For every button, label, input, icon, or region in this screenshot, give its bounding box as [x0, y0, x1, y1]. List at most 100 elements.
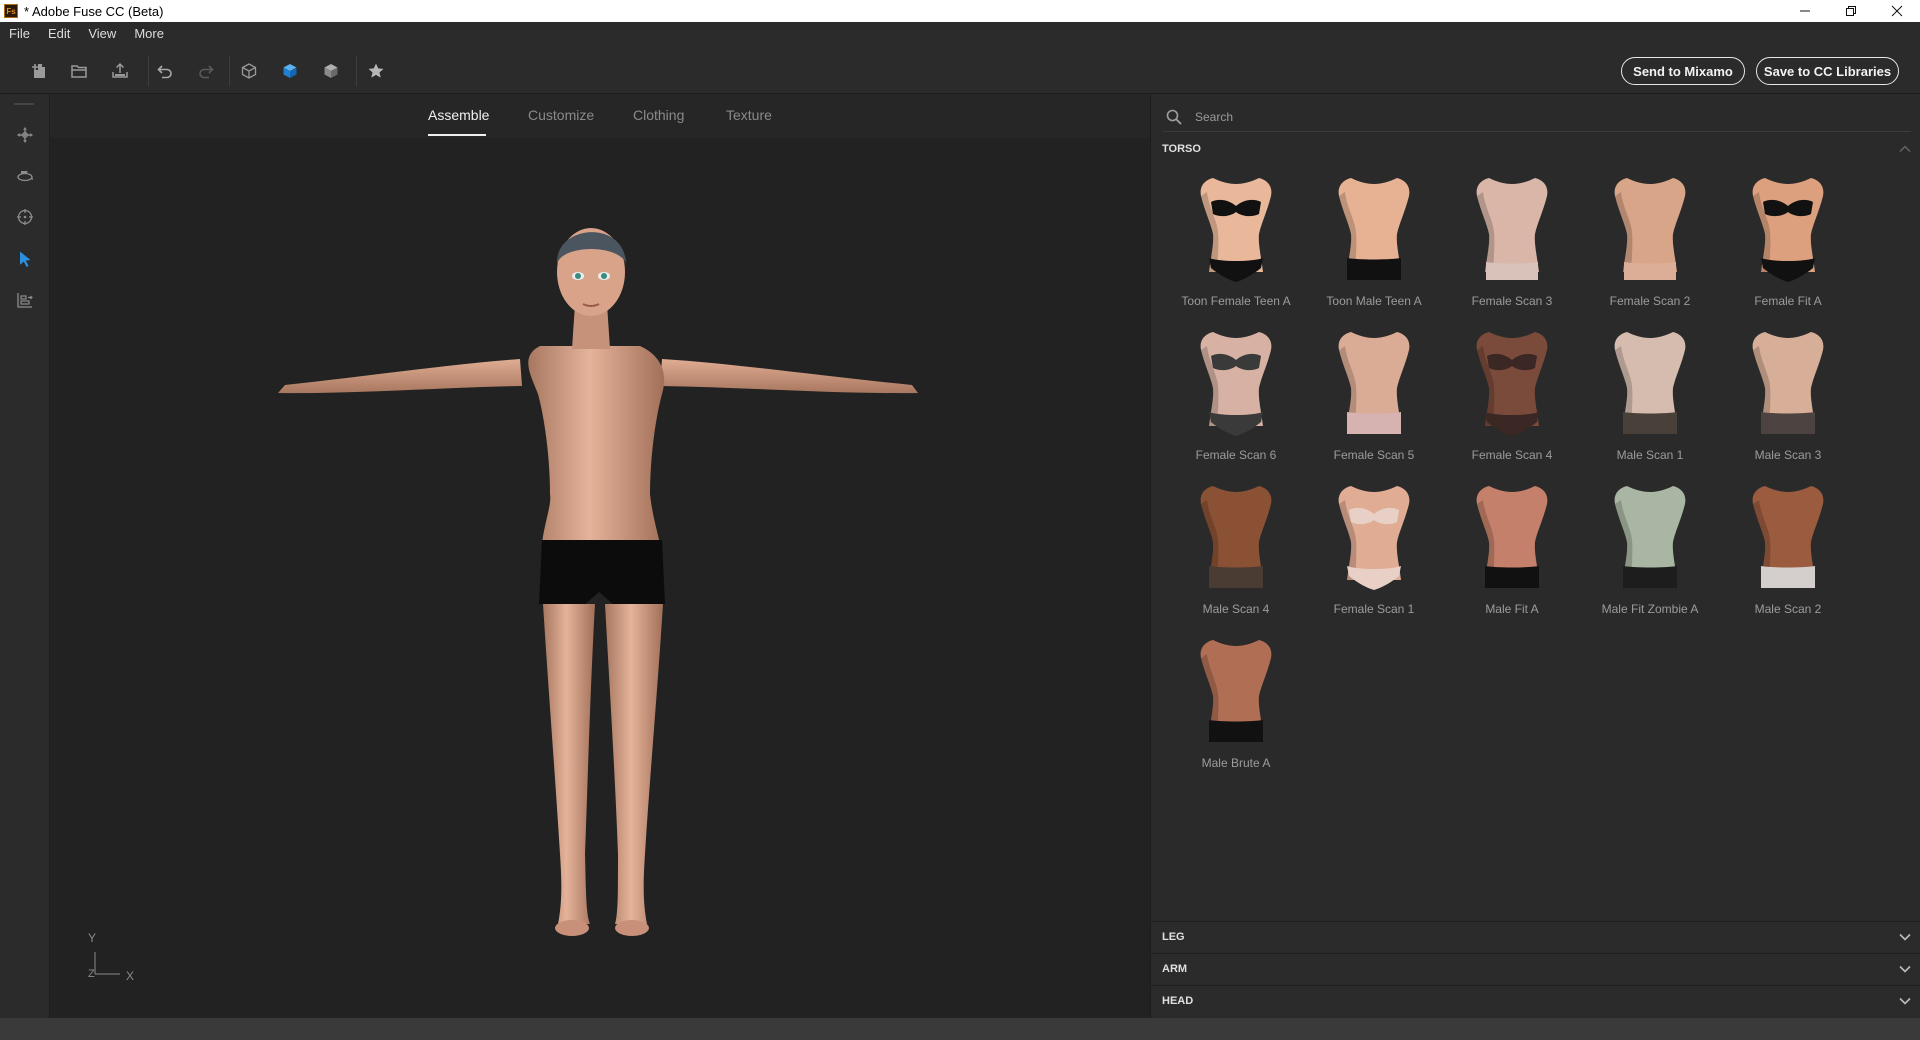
torso-item-label: Female Scan 2 — [1609, 294, 1691, 308]
pose-tool[interactable] — [12, 287, 38, 313]
torso-item-label: Female Scan 1 — [1333, 602, 1415, 616]
torso-thumbnail — [1752, 486, 1824, 588]
torso-item[interactable]: Female Scan 6 — [1167, 320, 1305, 470]
torso-thumbnail — [1200, 640, 1272, 742]
app-logo: Fs — [4, 4, 18, 18]
torso-item[interactable]: Toon Female Teen A — [1167, 166, 1305, 316]
star-icon — [368, 63, 384, 78]
torso-item[interactable]: Female Fit A — [1719, 166, 1857, 316]
torso-item-label: Toon Male Teen A — [1326, 294, 1422, 308]
send-to-mixamo-button[interactable]: Send to Mixamo — [1621, 57, 1745, 85]
search-bar — [1163, 102, 1911, 132]
rotate-view-tool[interactable] — [12, 163, 38, 189]
target-tool[interactable] — [12, 204, 38, 230]
left-tool-rail — [0, 94, 50, 1018]
cube-wire-icon — [241, 63, 257, 79]
torso-item[interactable]: Female Scan 4 — [1443, 320, 1581, 470]
torso-item[interactable]: Male Fit A — [1443, 474, 1581, 624]
solid-view-button[interactable] — [277, 58, 303, 84]
menu-view[interactable]: View — [79, 22, 125, 46]
torso-item[interactable]: Female Scan 1 — [1305, 474, 1443, 624]
move-icon — [17, 127, 33, 143]
close-button[interactable] — [1874, 0, 1920, 22]
open-button[interactable] — [66, 58, 92, 84]
3d-viewport[interactable]: Assemble Customize Clothing Texture Y X … — [50, 94, 1150, 1018]
menu-file[interactable]: File — [0, 22, 39, 46]
undo-button[interactable] — [152, 58, 178, 84]
axis-x-label: X — [126, 969, 135, 983]
section-torso-label: TORSO — [1162, 143, 1201, 155]
torso-thumbnail — [1614, 178, 1686, 280]
new-button[interactable] — [26, 58, 52, 84]
wireframe-view-button[interactable] — [236, 58, 262, 84]
section-arm-label: ARM — [1162, 963, 1188, 975]
torso-item[interactable]: Female Scan 5 — [1305, 320, 1443, 470]
undo-icon — [157, 65, 172, 79]
open-folder-icon — [71, 65, 87, 78]
section-head-header[interactable]: HEAD — [1151, 985, 1920, 1016]
redo-icon — [199, 65, 214, 79]
character-model — [94, 228, 918, 975]
chevron-up-icon — [1899, 145, 1911, 152]
torso-item[interactable]: Male Brute A — [1167, 628, 1305, 778]
status-bar — [0, 1018, 1920, 1040]
torso-item[interactable]: Female Scan 3 — [1443, 166, 1581, 316]
chevron-down-icon — [1899, 965, 1911, 973]
toolbar-separator — [229, 56, 230, 86]
torso-item-label: Male Scan 2 — [1754, 602, 1822, 616]
torso-thumbnail — [1752, 332, 1824, 434]
torso-item-label: Male Scan 4 — [1202, 602, 1270, 616]
torso-item[interactable]: Male Scan 2 — [1719, 474, 1857, 624]
shaded-view-button[interactable] — [318, 58, 344, 84]
toolbar-separator — [356, 56, 357, 86]
torso-item-label: Female Scan 3 — [1471, 294, 1553, 308]
pointer-icon — [20, 251, 31, 267]
torso-thumbnail — [1476, 332, 1548, 436]
torso-thumbnail — [1338, 178, 1410, 280]
section-leg-header[interactable]: LEG — [1151, 921, 1920, 952]
minimize-button[interactable] — [1782, 0, 1828, 22]
torso-item[interactable]: Male Scan 4 — [1167, 474, 1305, 624]
torso-item-label: Male Fit A — [1485, 602, 1539, 616]
torso-item-label: Female Fit A — [1754, 294, 1822, 308]
torso-item[interactable]: Male Scan 3 — [1719, 320, 1857, 470]
torso-thumbnail — [1614, 332, 1686, 434]
export-button[interactable] — [107, 58, 133, 84]
restore-icon — [1846, 6, 1856, 16]
rotate-view-icon — [17, 171, 33, 182]
search-input[interactable] — [1195, 109, 1875, 124]
torso-thumbnail — [1338, 332, 1410, 434]
menu-more[interactable]: More — [125, 22, 173, 46]
minimize-icon — [1800, 10, 1810, 12]
section-head-label: HEAD — [1162, 995, 1194, 1007]
menu-edit[interactable]: Edit — [39, 22, 79, 46]
section-arm-header[interactable]: ARM — [1151, 953, 1920, 984]
toolbar: Send to Mixamo Save to CC Libraries — [0, 46, 1920, 94]
cube-solid-icon — [283, 64, 297, 78]
torso-item[interactable]: Female Scan 2 — [1581, 166, 1719, 316]
redo-button[interactable] — [193, 58, 219, 84]
restore-button[interactable] — [1828, 0, 1874, 22]
torso-thumbnail — [1338, 486, 1410, 590]
section-torso-header[interactable]: TORSO — [1151, 134, 1920, 164]
rail-grip — [14, 103, 34, 105]
parts-panel: TORSO Toon Female Teen A Toon Male Teen A… — [1150, 94, 1920, 1018]
torso-thumbnail — [1476, 178, 1548, 280]
chevron-down-icon — [1899, 933, 1911, 941]
title-bar: Fs * Adobe Fuse CC (Beta) — [0, 0, 1920, 22]
torso-item[interactable]: Male Fit Zombie A — [1581, 474, 1719, 624]
torso-thumbnail — [1614, 486, 1686, 588]
torso-thumbnail — [1200, 486, 1272, 588]
torso-item-label: Male Scan 3 — [1754, 448, 1822, 462]
axis-y-label: Y — [88, 931, 97, 945]
torso-item[interactable]: Toon Male Teen A — [1305, 166, 1443, 316]
torso-item-label: Female Scan 5 — [1333, 448, 1415, 462]
select-tool[interactable] — [12, 246, 38, 272]
torso-item-label: Male Scan 1 — [1616, 448, 1684, 462]
torso-thumbnail — [1200, 332, 1272, 436]
torso-item[interactable]: Male Scan 1 — [1581, 320, 1719, 470]
save-to-cc-libraries-button[interactable]: Save to CC Libraries — [1756, 57, 1899, 85]
favorite-button[interactable] — [363, 58, 389, 84]
torso-thumbnail — [1476, 486, 1548, 588]
move-tool[interactable] — [12, 122, 38, 148]
